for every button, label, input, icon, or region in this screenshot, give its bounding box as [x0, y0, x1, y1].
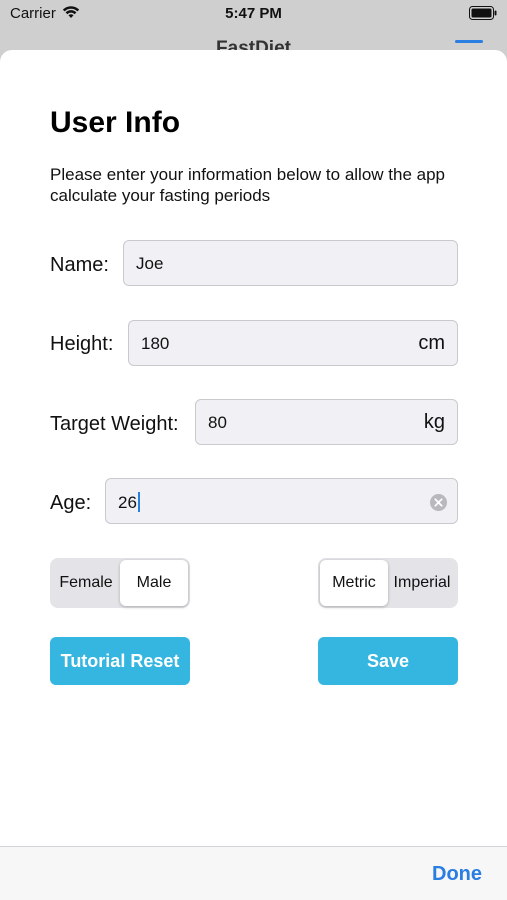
age-field[interactable]: 26 — [105, 478, 458, 524]
units-segmented-control: Metric Imperial — [318, 558, 458, 608]
height-value: 180 — [141, 334, 170, 353]
done-button[interactable]: Done — [432, 863, 482, 886]
target-weight-field[interactable]: 80 kg — [195, 399, 458, 445]
height-unit: cm — [418, 332, 445, 354]
status-bar: Carrier 5:47 PM — [0, 0, 507, 28]
segment-male[interactable]: Male — [120, 560, 188, 606]
height-field[interactable]: 180 cm — [128, 320, 458, 366]
target-weight-value: 80 — [208, 413, 227, 432]
target-weight-unit: kg — [423, 411, 445, 433]
tutorial-reset-button[interactable]: Tutorial Reset — [50, 637, 190, 685]
name-value: Joe — [136, 254, 164, 273]
clear-text-icon[interactable] — [430, 494, 447, 516]
age-label: Age: — [50, 492, 92, 514]
status-time: 5:47 PM — [225, 5, 282, 22]
age-value-wrap: 26 — [118, 492, 140, 513]
target-weight-label: Target Weight: — [50, 413, 179, 435]
user-info-sheet: User Info Please enter your information … — [0, 50, 507, 900]
height-label: Height: — [50, 333, 114, 355]
bottom-toolbar: Done — [0, 846, 507, 900]
text-caret — [137, 492, 140, 512]
page-title: User Info — [50, 106, 181, 139]
segment-imperial[interactable]: Imperial — [388, 560, 456, 606]
gender-segmented-control: Female Male — [50, 558, 190, 608]
age-value: 26 — [118, 493, 137, 512]
battery-icon — [469, 6, 497, 25]
segment-female[interactable]: Female — [52, 560, 120, 606]
name-label: Name: — [50, 254, 109, 276]
intro-text: Please enter your information below to a… — [50, 165, 446, 205]
background-menu-icon — [455, 40, 483, 43]
segment-metric[interactable]: Metric — [320, 560, 388, 606]
name-field[interactable]: Joe — [123, 240, 458, 286]
save-button[interactable]: Save — [318, 637, 458, 685]
